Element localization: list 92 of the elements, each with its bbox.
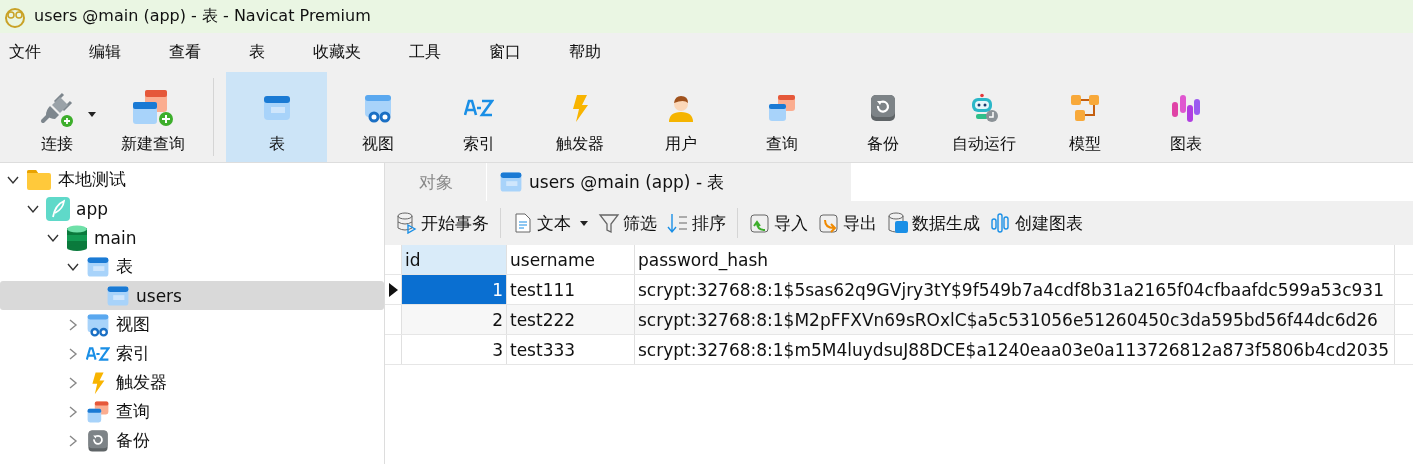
import-icon <box>749 212 771 234</box>
toolbar-button[interactable]: 导入 <box>744 211 813 235</box>
toolbar-button[interactable]: 文本 <box>507 211 593 235</box>
tree-item[interactable]: users <box>0 281 384 310</box>
menu-item[interactable]: 文件 <box>0 42 50 63</box>
chart-icon <box>1170 93 1201 123</box>
folder-icon <box>26 168 52 191</box>
toolbar-button[interactable]: 数据生成 <box>882 211 985 235</box>
database-icon <box>66 224 88 251</box>
query-icon <box>86 399 110 424</box>
table-cell: test222 <box>507 305 635 334</box>
tree-item[interactable]: 视图 <box>0 310 384 339</box>
toolbar-button[interactable]: 图表 <box>1135 72 1236 162</box>
backup-icon <box>86 428 110 453</box>
app-logo-icon <box>4 5 26 28</box>
caret-icon[interactable] <box>88 112 96 117</box>
menu-item[interactable]: 窗口 <box>480 42 530 63</box>
toolbar-button[interactable]: 备份 <box>832 72 933 162</box>
toolbar-button[interactable]: 索引 <box>428 72 529 162</box>
tree-label: users <box>136 285 182 306</box>
chevron-right-icon[interactable] <box>67 376 79 389</box>
table-cell: test111 <box>507 275 635 304</box>
toolbar-button[interactable]: 创建图表 <box>985 211 1088 235</box>
tree-item[interactable]: 索引 <box>0 339 384 368</box>
tree-item[interactable]: 本地测试 <box>0 165 384 194</box>
tree-label: 触发器 <box>116 371 167 394</box>
tree-item[interactable]: app <box>0 194 384 223</box>
column-header[interactable]: username <box>507 245 635 274</box>
tree-label: 查询 <box>116 400 150 423</box>
tree-label: 索引 <box>116 342 150 365</box>
tree-label: 表 <box>116 255 133 278</box>
menu-item[interactable]: 编辑 <box>80 42 130 63</box>
table-cell: test333 <box>507 335 635 364</box>
view-icon <box>362 93 393 123</box>
feather-icon <box>46 196 70 221</box>
toolbar-button[interactable]: 自动运行 <box>933 72 1034 162</box>
menu-item[interactable]: 帮助 <box>560 42 610 63</box>
menu-item[interactable]: 查看 <box>160 42 210 63</box>
toolbar-button[interactable]: 导出 <box>813 211 882 235</box>
table-cell: scrypt:32768:8:1$M2pFFXVn69sROxlC$a5c531056e51260450c3da595bd56f44dc6d26 <box>635 305 1395 334</box>
tree-label: main <box>94 227 137 248</box>
window-title: users @main (app) - 表 - Navicat Premium <box>34 6 371 27</box>
toolbar-button[interactable]: 新建查询 <box>102 72 203 162</box>
table-cell: 2 <box>402 305 507 334</box>
toolbar-button[interactable]: 排序 <box>662 211 731 235</box>
document-icon <box>512 212 534 234</box>
data-generation-icon <box>887 212 909 234</box>
filter-icon <box>598 212 620 234</box>
table-icon <box>106 283 130 308</box>
view-icon <box>86 312 110 337</box>
chart-icon <box>990 212 1012 234</box>
toolbar-button[interactable]: 表 <box>226 72 327 162</box>
column-header[interactable]: id <box>402 245 507 274</box>
column-header[interactable]: password_hash <box>635 245 1395 274</box>
menu-item[interactable]: 表 <box>240 42 274 63</box>
sort-icon <box>667 212 689 234</box>
table-icon <box>86 254 110 279</box>
chevron-right-icon[interactable] <box>67 318 79 331</box>
table-cell: 1 <box>402 275 507 304</box>
tree-label: 本地测试 <box>58 168 126 191</box>
menu-item[interactable]: 工具 <box>400 42 450 63</box>
menu-item[interactable]: 收藏夹 <box>304 42 370 63</box>
table-cell: scrypt:32768:8:1$5sas62q9GVjry3tY$9f549b7a4cdf8b31a2165f04cfbaafdc599a53c931 <box>635 275 1395 304</box>
toolbar-button[interactable]: 视图 <box>327 72 428 162</box>
tree-item[interactable]: 备份 <box>0 426 384 455</box>
transaction-icon <box>396 212 418 234</box>
tree-item[interactable]: 查询 <box>0 397 384 426</box>
chevron-right-icon[interactable] <box>67 434 79 447</box>
chevron-right-icon[interactable] <box>67 405 79 418</box>
tab[interactable]: users @main (app) - 表 <box>487 163 852 201</box>
caret-icon[interactable] <box>580 220 588 226</box>
toolbar-button[interactable]: 用户 <box>630 72 731 162</box>
table-icon <box>499 170 523 194</box>
toolbar-button[interactable]: 开始事务 <box>391 211 494 235</box>
tree-label: app <box>76 198 108 219</box>
toolbar-button[interactable]: 连接 <box>12 72 102 162</box>
model-icon <box>1069 93 1100 123</box>
chevron-right-icon[interactable] <box>67 347 79 360</box>
query-icon <box>766 93 797 123</box>
table-icon <box>261 93 292 123</box>
toolbar-button[interactable]: 筛选 <box>593 211 662 235</box>
tree-item[interactable]: main <box>0 223 384 252</box>
table-cell: scrypt:32768:8:1$m5M4luydsuJ88DCE$a1240eaa03e0a113726812a873f5806b4cd2035 <box>635 335 1395 364</box>
toolbar-button[interactable]: 模型 <box>1034 72 1135 162</box>
toolbar-button[interactable]: 查询 <box>731 72 832 162</box>
tree-item[interactable]: 触发器 <box>0 368 384 397</box>
tree-label: 备份 <box>116 429 150 452</box>
tree-item[interactable]: 表 <box>0 252 384 281</box>
tree-label: 视图 <box>116 313 150 336</box>
export-icon <box>818 212 840 234</box>
table-cell: 3 <box>402 335 507 364</box>
toolbar-button[interactable]: 触发器 <box>529 72 630 162</box>
